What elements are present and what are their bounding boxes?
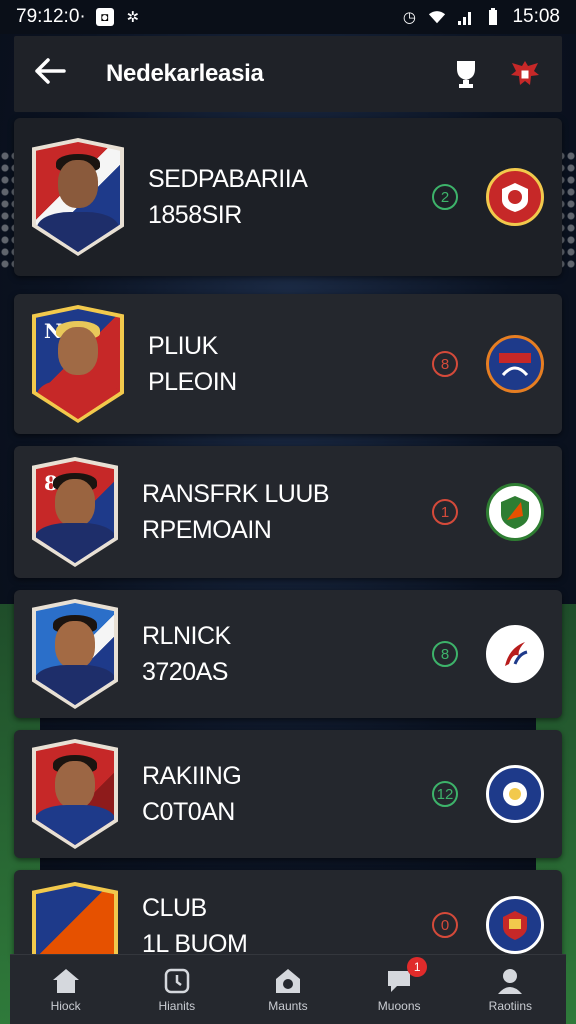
trophy-icon[interactable] xyxy=(452,59,480,89)
nav-label: Hiock xyxy=(50,998,81,1013)
nav-search[interactable]: Maunts xyxy=(238,967,338,1013)
card-info: CLUB 1L BUOM xyxy=(142,890,432,960)
card-info: PLIUK PLEOIN xyxy=(148,328,432,401)
status-right: ◷ 15:08 xyxy=(400,6,560,28)
list-item[interactable]: SEDPABARIIA 1858SIR 2 xyxy=(14,118,562,276)
player-crest xyxy=(32,599,118,709)
club-name: SEDPABARIIA xyxy=(148,164,308,193)
profile-icon xyxy=(496,967,524,995)
club-list: SEDPABARIIA 1858SIR 2 N PLIUK PLEOIN 8 8 xyxy=(14,118,562,960)
club-logo-icon xyxy=(486,168,544,226)
timer-icon xyxy=(163,967,191,995)
nav-profile[interactable]: Raotiins xyxy=(460,967,560,1013)
alarm-icon: ◷ xyxy=(402,9,416,26)
club-name: CLUB xyxy=(142,894,207,922)
club-subtitle: C0T0AN xyxy=(142,798,235,826)
rank-badge: 8 xyxy=(432,641,458,667)
club-name: RAKIING xyxy=(142,761,242,790)
club-subtitle: 3720AS xyxy=(142,658,228,686)
club-logo-icon xyxy=(486,765,544,823)
player-crest xyxy=(32,739,118,849)
nav-label: Maunts xyxy=(268,998,308,1013)
player-crest: N xyxy=(32,305,124,423)
card-info: SEDPABARIIA 1858SIR xyxy=(148,161,432,234)
nav-label: Muoons xyxy=(377,998,421,1013)
club-name: PLIUK xyxy=(148,331,218,360)
list-item[interactable]: CLUB 1L BUOM 0 xyxy=(14,870,562,960)
card-info: RAKIING C0T0AN xyxy=(142,758,432,831)
home-icon xyxy=(52,967,80,995)
settings-gear-icon: ✲ xyxy=(126,9,140,26)
app-bar-actions xyxy=(452,57,542,91)
player-crest xyxy=(32,882,118,960)
club-subtitle: 1858SIR xyxy=(148,201,242,229)
club-subtitle: PLEOIN xyxy=(148,368,237,396)
bottom-navigation: Hiock Hianits Maunts 1 Muoons Raotiins xyxy=(10,954,566,1024)
nav-label: Raotiins xyxy=(488,998,533,1013)
nav-timer[interactable]: Hianits xyxy=(127,967,227,1013)
club-logo-icon xyxy=(486,335,544,393)
battery-icon xyxy=(484,8,502,26)
club-logo-icon xyxy=(486,483,544,541)
player-crest xyxy=(32,138,124,256)
status-left: 79:12:0· ◘ ✲ xyxy=(16,6,142,28)
club-name: RANSFRK LUUB xyxy=(142,479,330,508)
app-bar: Nedekarleasia xyxy=(14,36,562,112)
card-info: RLNICK 3720AS xyxy=(142,618,432,691)
notification-count-badge: 1 xyxy=(407,956,428,977)
nav-home[interactable]: Hiock xyxy=(16,967,116,1013)
club-logo-icon xyxy=(486,625,544,683)
club-subtitle: RPEMOAIN xyxy=(142,516,272,544)
page-title: Nedekarleasia xyxy=(106,60,264,87)
status-time-left: 79:12:0· xyxy=(16,6,86,27)
nav-label: Hianits xyxy=(158,998,196,1013)
list-item[interactable]: 8 RANSFRK LUUB RPEMOAIN 1 xyxy=(14,446,562,578)
status-bar: 79:12:0· ◘ ✲ ◷ 15:08 xyxy=(0,0,576,34)
list-item[interactable]: RLNICK 3720AS 8 xyxy=(14,590,562,718)
search-icon xyxy=(274,967,302,995)
nav-chat[interactable]: 1 Muoons xyxy=(349,956,449,1013)
back-arrow-icon[interactable] xyxy=(34,57,70,91)
notification-app-icon: ◘ xyxy=(95,8,114,26)
rank-badge: 8 xyxy=(432,351,458,377)
list-item[interactable]: N PLIUK PLEOIN 8 xyxy=(14,294,562,434)
signal-icon xyxy=(456,8,474,26)
club-logo-icon xyxy=(486,896,544,954)
rank-badge: 2 xyxy=(432,184,458,210)
list-item[interactable]: RAKIING C0T0AN 12 xyxy=(14,730,562,858)
wifi-icon xyxy=(428,8,446,26)
status-time-right: 15:08 xyxy=(512,6,560,27)
rank-badge: 0 xyxy=(432,912,458,938)
player-crest: 8 xyxy=(32,457,118,567)
garuda-emblem-icon[interactable] xyxy=(508,57,542,91)
rank-badge: 1 xyxy=(432,499,458,525)
card-info: RANSFRK LUUB RPEMOAIN xyxy=(142,476,432,549)
club-name: RLNICK xyxy=(142,621,231,650)
rank-badge: 12 xyxy=(432,781,458,807)
